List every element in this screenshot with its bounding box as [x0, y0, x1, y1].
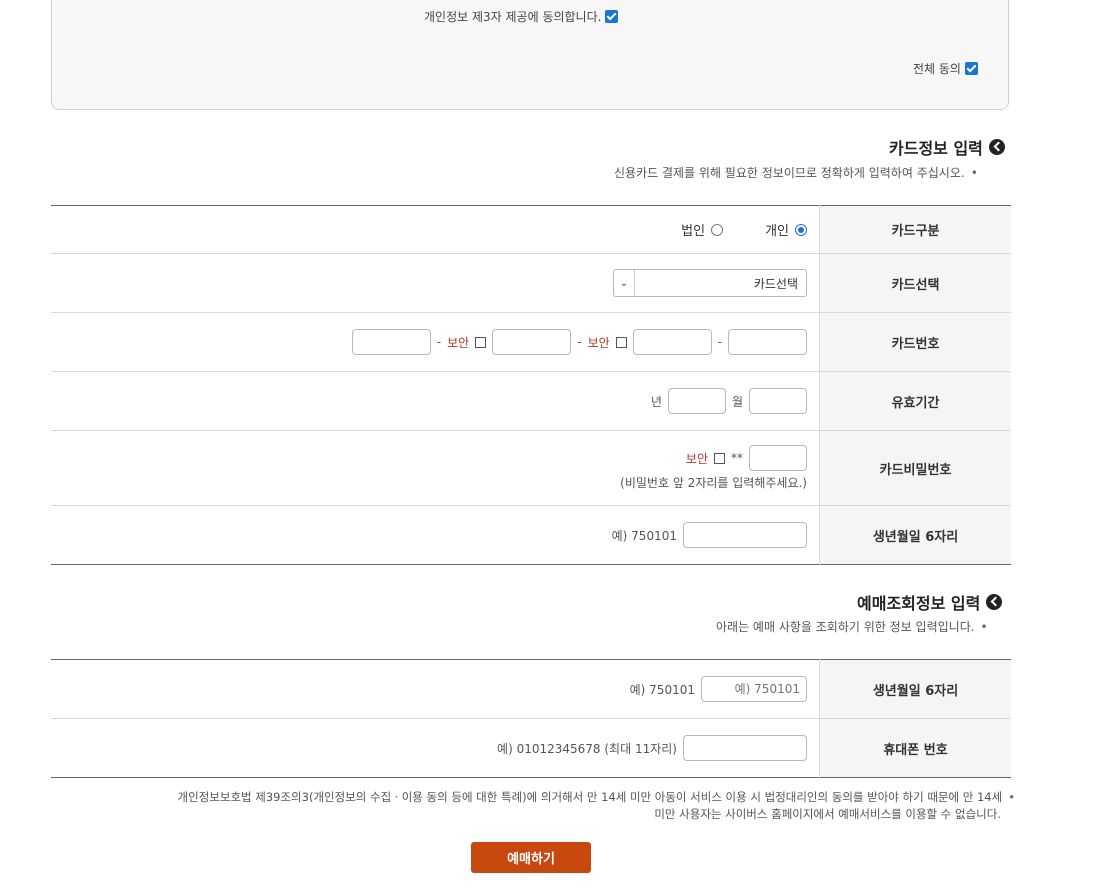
card-number-1-input[interactable] — [728, 329, 807, 355]
expiry-row: 년 월 유효기간 — [51, 371, 1011, 431]
card-number-3-input[interactable] — [492, 329, 572, 355]
phone-label: 휴대폰 번호 — [819, 718, 1011, 778]
checkbox-checked-icon[interactable] — [605, 10, 619, 23]
legal-note-line2: 미만 사용자는 사이버스 홈페이지에서 예매서비스를 이용할 수 없습니다. — [654, 807, 1001, 821]
chevron-circle-icon — [988, 139, 1005, 155]
birth-example: 예) 750101 — [611, 528, 677, 543]
lookup-section-note: 아래는 예매 사항을 조회하기 위한 정보 입력입니다. • — [716, 620, 988, 634]
bullet-icon: • — [980, 620, 988, 634]
card-password-input[interactable] — [749, 445, 807, 471]
card-section-title-text: 카드정보 입력 — [889, 139, 983, 158]
all-consent-label: 전체 동의 — [913, 62, 961, 76]
phone-row: 예) 01012345678 (최대 11자리) 휴대폰 번호 — [51, 718, 1011, 778]
third-party-consent[interactable]: 개인정보 제3자 제공에 동의합니다. — [424, 8, 619, 25]
lookup-section-title: 예매조회정보 입력 — [857, 590, 1003, 614]
secure-checkbox-pw[interactable] — [714, 452, 725, 464]
bullet-icon: • — [970, 166, 978, 180]
password-hint: (비밀번호 앞 2자리를 입력해주세요.) — [620, 476, 807, 490]
type-personal-label: 개인 — [765, 224, 789, 239]
card-section-note: 신용카드 결제를 위해 필요한 정보이므로 정확하게 입력하여 주십시오. • — [614, 166, 978, 180]
birth-row: 예) 750101 생년월일 6자리 — [51, 505, 1011, 565]
card-password-row: 보안 ** (비밀번호 앞 2자리를 입력해주세요.) 카드비밀번호 — [51, 430, 1011, 506]
card-number-row: - 보안 - 보안 - 카드번호 — [51, 312, 1011, 372]
type-personal-radio[interactable] — [795, 223, 807, 236]
reserve-button[interactable]: 예매하기 — [471, 842, 591, 873]
phone-input[interactable] — [683, 735, 807, 761]
chevron-circle-icon — [986, 594, 1003, 610]
password-mask: ** — [731, 451, 743, 465]
lookup-birth-example: 예) 750101 — [629, 682, 695, 697]
phone-example: 예) 01012345678 (최대 11자리) — [497, 741, 677, 756]
expiry-month-input[interactable] — [749, 388, 807, 414]
lookup-birth-label: 생년월일 6자리 — [819, 659, 1011, 719]
card-select-dropdown[interactable]: ⌄ 카드선택 — [613, 269, 807, 297]
secure-label-2: 보안 — [587, 335, 610, 350]
secure-label-pw: 보안 — [685, 451, 708, 466]
expiry-label: 유효기간 — [819, 371, 1011, 431]
lookup-section-title-text: 예매조회정보 입력 — [857, 594, 981, 613]
type-corporate-radio[interactable] — [711, 223, 724, 236]
secure-checkbox-3[interactable] — [475, 336, 487, 348]
chevron-down-icon: ⌄ — [614, 270, 635, 296]
third-party-consent-label: 개인정보 제3자 제공에 동의합니다. — [424, 10, 602, 24]
legal-note-line1: 개인정보보호법 제39조의3(개인정보의 수집ㆍ이용 동의 등에 대한 특례)에… — [177, 790, 1003, 804]
card-type-label: 카드구분 — [819, 205, 1011, 254]
card-password-label: 카드비밀번호 — [819, 430, 1011, 506]
secure-checkbox-2[interactable] — [615, 336, 627, 348]
birth-label: 생년월일 6자리 — [819, 505, 1011, 565]
card-number-label: 카드번호 — [819, 312, 1011, 372]
card-section-title: 카드정보 입력 — [889, 135, 1005, 159]
card-info-table: 법인 개인 카드구분 ⌄ 카드선택 카드선택 - 보안 - 보안 - 카드번호 … — [51, 205, 1011, 565]
lookup-birth-row: 예) 750101 생년월일 6자리 — [51, 659, 1011, 719]
all-consent[interactable]: 전체 동의 — [913, 60, 978, 77]
secure-label-3: 보안 — [447, 335, 470, 350]
year-unit: 년 — [650, 394, 662, 409]
expiry-year-input[interactable] — [667, 388, 726, 414]
card-select-row: ⌄ 카드선택 카드선택 — [51, 253, 1011, 313]
legal-note: 개인정보보호법 제39조의3(개인정보의 수집ㆍ이용 동의 등에 대한 특례)에… — [60, 789, 1015, 823]
type-corporate-label: 법인 — [681, 224, 706, 239]
card-number-4-input[interactable] — [351, 329, 431, 355]
card-select-label: 카드선택 — [819, 253, 1011, 313]
card-number-2-input[interactable] — [632, 329, 712, 355]
birth-input[interactable] — [683, 522, 807, 548]
month-unit: 월 — [731, 394, 743, 409]
lookup-birth-input[interactable] — [701, 676, 807, 702]
checkbox-checked-icon[interactable] — [964, 62, 978, 75]
lookup-info-table: 예) 750101 생년월일 6자리 예) 01012345678 (최대 11… — [51, 659, 1011, 778]
card-type-row: 법인 개인 카드구분 — [51, 205, 1011, 254]
bullet-icon: • — [1008, 790, 1015, 804]
